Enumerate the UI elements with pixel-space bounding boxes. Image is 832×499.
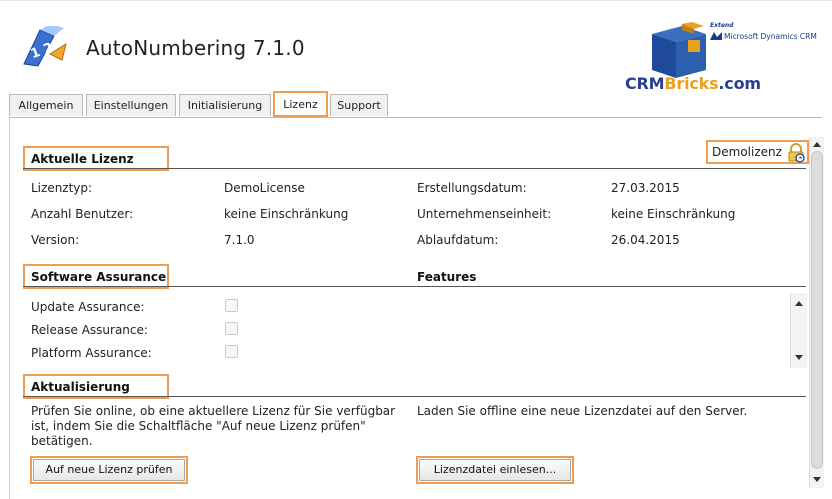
section-title-software-assurance: Software Assurance bbox=[31, 270, 167, 284]
section-title-update: Aktualisierung bbox=[31, 380, 130, 394]
crmbricks-logo: Extend Microsoft Dynamics CRM CRMBricks.… bbox=[625, 20, 828, 100]
field-value: DemoLicense bbox=[224, 181, 305, 195]
field-value: keine Einschränkung bbox=[224, 207, 349, 221]
scroll-thumb[interactable] bbox=[811, 151, 823, 469]
online-text-line: betätigen. bbox=[31, 434, 93, 448]
field-value: 27.03.2015 bbox=[611, 181, 680, 195]
platform-assurance-checkbox[interactable] bbox=[225, 345, 238, 358]
brick-cube-icon bbox=[652, 22, 706, 78]
brand-extend-text: Extend bbox=[710, 22, 734, 29]
brand-name-part3: .com bbox=[718, 74, 761, 93]
section-divider bbox=[23, 286, 806, 287]
scroll-up-icon[interactable] bbox=[813, 142, 821, 147]
autonumbering-logo-icon: 1 2 bbox=[23, 26, 67, 67]
field-label: Anzahl Benutzer: bbox=[31, 207, 134, 221]
app-title: AutoNumbering 7.1.0 bbox=[86, 36, 305, 60]
section-divider bbox=[23, 168, 806, 169]
field-value: keine Einschränkung bbox=[611, 207, 736, 221]
tab-allgemein[interactable]: Allgemein bbox=[9, 94, 83, 116]
assurance-label: Platform Assurance: bbox=[31, 346, 152, 360]
brand-name-part2: Bricks bbox=[664, 74, 719, 93]
scroll-down-icon[interactable] bbox=[813, 477, 821, 482]
main-scrollbar[interactable] bbox=[809, 137, 824, 488]
field-label: Version: bbox=[31, 233, 80, 247]
field-label: Erstellungsdatum: bbox=[417, 181, 527, 195]
field-label: Ablaufdatum: bbox=[417, 233, 499, 247]
field-label: Lizenztyp: bbox=[31, 181, 93, 195]
check-new-license-button[interactable]: Auf neue Lizenz prüfen bbox=[30, 456, 188, 484]
upload-license-file-button[interactable]: Lizenzdatei einlesen... bbox=[416, 456, 574, 484]
lock-clock-icon bbox=[788, 143, 805, 163]
features-scrollbar[interactable] bbox=[790, 293, 807, 368]
update-assurance-checkbox[interactable] bbox=[225, 299, 238, 312]
demo-license-badge: Demolizenz bbox=[712, 145, 782, 159]
scroll-down-icon[interactable] bbox=[795, 355, 803, 360]
section-title-current-license: Aktuelle Lizenz bbox=[31, 152, 134, 166]
assurance-label: Update Assurance: bbox=[31, 300, 145, 314]
tab-lizenz[interactable]: Lizenz bbox=[273, 91, 328, 117]
top-divider bbox=[0, 0, 832, 1]
brand-name: CRMBricks.com bbox=[625, 74, 761, 93]
section-title-features: Features bbox=[417, 270, 477, 284]
online-text-line: Prüfen Sie online, ob eine aktuellere Li… bbox=[31, 404, 396, 418]
dynamics-icon bbox=[710, 32, 722, 40]
field-label: Unternehmenseinheit: bbox=[417, 207, 552, 221]
online-text-line: ist, indem Sie die Schaltfläche "Auf neu… bbox=[31, 419, 366, 433]
brand-name-part1: CRM bbox=[625, 74, 665, 93]
svg-text:1 2: 1 2 bbox=[29, 40, 55, 62]
offline-upload-text: Laden Sie offline eine neue Lizenzdatei … bbox=[417, 404, 748, 418]
release-assurance-checkbox[interactable] bbox=[225, 322, 238, 335]
field-value: 7.1.0 bbox=[224, 233, 255, 247]
online-check-text: Prüfen Sie online, ob eine aktuellere Li… bbox=[31, 404, 411, 449]
tab-support[interactable]: Support bbox=[330, 94, 388, 116]
tab-initialisierung[interactable]: Initialisierung bbox=[179, 94, 271, 116]
scroll-up-icon[interactable] bbox=[795, 301, 803, 306]
brand-ms-label: Microsoft Dynamics CRM bbox=[724, 32, 817, 41]
field-value: 26.04.2015 bbox=[611, 233, 680, 247]
assurance-label: Release Assurance: bbox=[31, 323, 148, 337]
tab-einstellungen[interactable]: Einstellungen bbox=[86, 94, 176, 116]
section-divider bbox=[23, 396, 806, 397]
brand-ms-text: Microsoft Dynamics CRM bbox=[710, 32, 817, 41]
